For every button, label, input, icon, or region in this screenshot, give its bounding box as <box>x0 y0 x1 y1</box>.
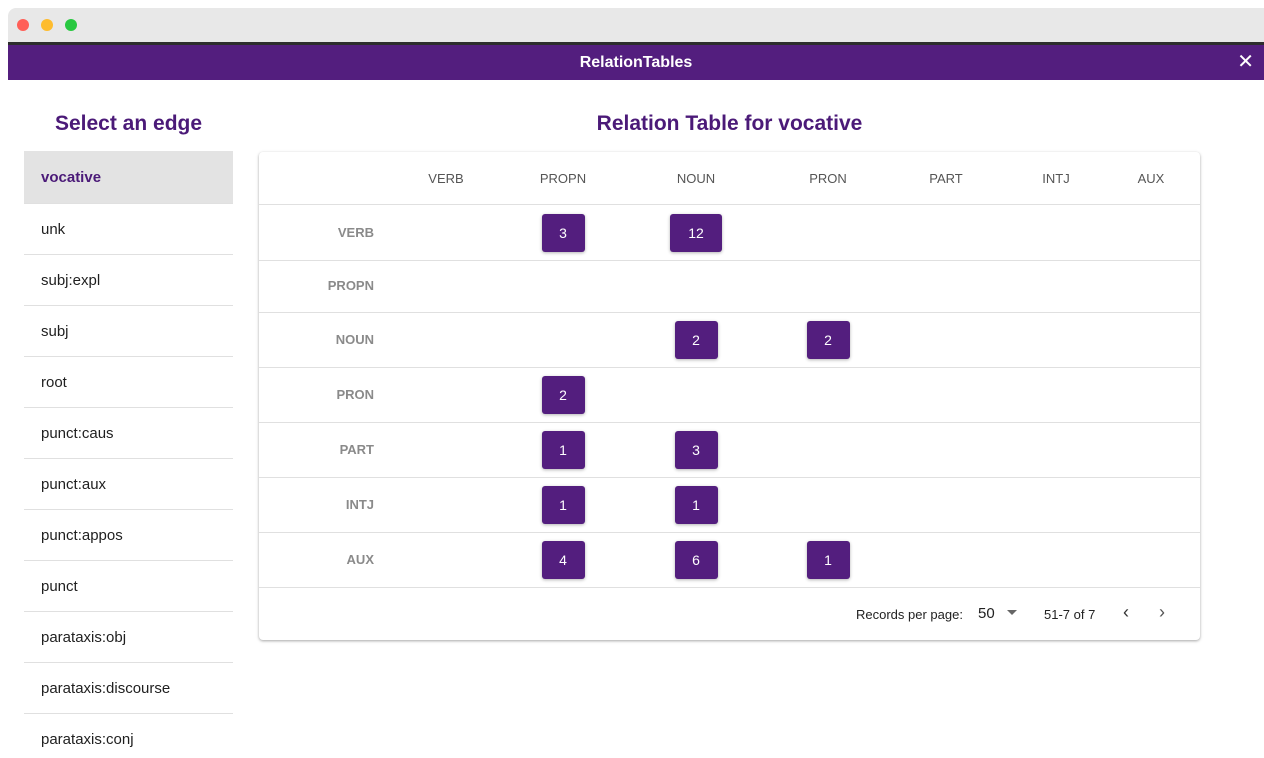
table-row: INTJ 1 1 <box>259 477 1200 533</box>
column-header-pron: PRON <box>809 171 847 186</box>
sidebar-item-subj[interactable]: subj <box>24 306 233 357</box>
sidebar-item-parataxis-conj[interactable]: parataxis:conj <box>24 714 233 758</box>
sidebar-item-vocative[interactable]: vocative <box>24 151 233 204</box>
sidebar-item-parataxis-obj[interactable]: parataxis:obj <box>24 612 233 663</box>
count-cell-button[interactable]: 3 <box>541 214 585 252</box>
table-row: VERB 3 12 <box>259 205 1200 261</box>
relation-table-title: Relation Table for vocative <box>596 112 863 135</box>
minimize-window-dot[interactable] <box>41 19 53 31</box>
sidebar-item-punct-caus[interactable]: punct:caus <box>24 408 233 459</box>
count-cell-button[interactable]: 1 <box>541 486 585 524</box>
sidebar-item-punct-appos[interactable]: punct:appos <box>24 510 233 561</box>
row-label-noun: NOUN <box>335 332 374 347</box>
column-header-propn: PROPN <box>539 171 587 186</box>
sidebar-item-punct[interactable]: punct <box>24 561 233 612</box>
table-row: PART 1 3 <box>259 422 1200 478</box>
count-cell-button[interactable]: 2 <box>541 376 585 414</box>
pagination-footer: Records per page: 50 51-7 of 7 ‹ › <box>259 588 1200 640</box>
count-cell-button[interactable]: 1 <box>541 431 585 469</box>
sidebar-item-unk[interactable]: unk <box>24 204 233 255</box>
app-bar: RelationTables ✕ <box>8 42 1264 80</box>
chevron-right-icon[interactable]: › <box>1159 602 1165 623</box>
column-header-noun: NOUN <box>676 171 716 186</box>
count-cell-button[interactable]: 3 <box>674 431 718 469</box>
count-cell-button[interactable]: 12 <box>670 214 722 252</box>
records-per-page-select[interactable]: 50 <box>978 605 995 622</box>
count-cell-button[interactable]: 2 <box>674 321 718 359</box>
app-title: RelationTables <box>579 54 693 71</box>
window-chrome <box>8 8 1264 42</box>
sidebar-item-punct-aux[interactable]: punct:aux <box>24 459 233 510</box>
count-cell-button[interactable]: 2 <box>806 321 850 359</box>
row-label-verb: VERB <box>337 225 374 240</box>
sidebar-item-parataxis-discourse[interactable]: parataxis:discourse <box>24 663 233 714</box>
edge-list: vocative unk subj:expl subj root punct:caus pu… <box>24 151 233 758</box>
dropdown-caret-icon[interactable] <box>1007 610 1017 615</box>
table-row: PROPN <box>259 260 1200 313</box>
column-header-verb: VERB <box>428 171 464 186</box>
table-row: NOUN 2 2 <box>259 312 1200 368</box>
column-header-part: PART <box>929 171 963 186</box>
table-row: PRON 2 <box>259 367 1200 423</box>
close-icon[interactable]: ✕ <box>1237 51 1254 73</box>
count-cell-button[interactable]: 1 <box>674 486 718 524</box>
sidebar-item-root[interactable]: root <box>24 357 233 408</box>
sidebar-item-subj-expl[interactable]: subj:expl <box>24 255 233 306</box>
close-window-dot[interactable] <box>17 19 29 31</box>
maximize-window-dot[interactable] <box>65 19 77 31</box>
count-cell-button[interactable]: 4 <box>541 541 585 579</box>
count-cell-button[interactable]: 1 <box>806 541 850 579</box>
table-header-row: VERB PROPN NOUN PRON PART INTJ AUX <box>259 152 1200 205</box>
row-label-pron: PRON <box>336 387 374 402</box>
column-header-intj: INTJ <box>1042 171 1070 186</box>
table-row: AUX 4 6 1 <box>259 532 1200 588</box>
column-header-aux: AUX <box>1137 171 1165 186</box>
row-label-aux: AUX <box>346 552 374 567</box>
page-range: 51-7 of 7 <box>1044 607 1096 622</box>
count-cell-button[interactable]: 6 <box>674 541 718 579</box>
row-label-propn: PROPN <box>327 278 374 293</box>
row-label-part: PART <box>339 442 374 457</box>
relation-table-card: VERB PROPN NOUN PRON PART INTJ AUX VERB 3 12 PROP… <box>259 152 1200 640</box>
records-per-page-label: Records per page: <box>856 607 963 622</box>
chevron-left-icon[interactable]: ‹ <box>1123 602 1129 623</box>
sidebar-title: Select an edge <box>54 112 203 135</box>
row-label-intj: INTJ <box>345 497 374 512</box>
